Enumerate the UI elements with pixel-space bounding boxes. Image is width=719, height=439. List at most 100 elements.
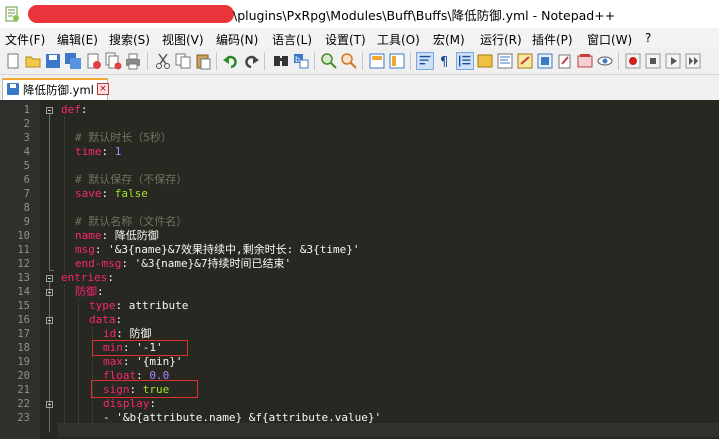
code-line: 防御: (75, 285, 104, 298)
menu-settings[interactable]: 设置(T) (325, 31, 366, 48)
close-file-icon[interactable] (84, 52, 102, 70)
menu-window[interactable]: 窗口(W) (587, 31, 632, 48)
saved-file-icon (7, 83, 19, 95)
yaml-key: id (103, 327, 117, 340)
yaml-key: type (89, 299, 116, 312)
yaml-key: max (103, 355, 123, 368)
yaml-value: 1 (114, 145, 122, 158)
fold-toggle-icon[interactable] (46, 317, 53, 324)
document-map-icon[interactable] (496, 52, 514, 70)
eye-icon[interactable] (596, 52, 614, 70)
menu-plugins[interactable]: 插件(P) (532, 31, 573, 48)
code-line: save: false (75, 187, 148, 200)
close-all-icon[interactable] (104, 52, 122, 70)
zoom-out-icon[interactable] (340, 52, 358, 70)
redo-icon[interactable] (242, 52, 260, 70)
yaml-dash: - (103, 411, 117, 424)
fold-toggle-icon[interactable] (46, 401, 53, 408)
svg-text:¶: ¶ (440, 55, 448, 70)
line-number: 9 (23, 216, 30, 228)
line-number: 12 (17, 258, 30, 270)
yaml-value: 防御 (129, 327, 152, 340)
line-number: 10 (17, 230, 30, 242)
project-panel-icon[interactable] (576, 52, 594, 70)
yaml-value: false (114, 187, 148, 200)
code-line: # 默认名称（文件名） (75, 215, 187, 229)
menu-bar: 文件(F) 编辑(E) 搜索(S) 视图(V) 编码(N) 语言(L) 设置(T… (0, 28, 719, 48)
line-number: 16 (17, 314, 30, 326)
menu-edit[interactable]: 编辑(E) (57, 31, 98, 48)
new-file-icon[interactable] (4, 52, 22, 70)
function-list-icon[interactable] (516, 52, 534, 70)
code-line: end-msg: '&3{name}&7持续时间已结束' (75, 257, 292, 270)
code-editor[interactable]: 1 2 3 4 5 6 7 8 9 10 11 12 13 14 15 16 1… (0, 100, 719, 439)
line-number: 11 (17, 244, 30, 256)
yaml-value: '&b{attribute.name} &f{attribute.value}' (116, 411, 382, 424)
yaml-value: '&3{name}&7持续时间已结束' (134, 257, 292, 270)
tab-bar: 降低防御.yml × (0, 75, 719, 100)
stop-macro-icon[interactable] (644, 52, 662, 70)
code-line: def: (61, 103, 88, 116)
yaml-key: display (103, 397, 150, 410)
line-number: 15 (17, 300, 30, 312)
menu-run[interactable]: 运行(R) (480, 31, 522, 48)
tab-file[interactable]: 降低防御.yml × (2, 78, 109, 100)
yaml-value: attribute (128, 299, 189, 312)
show-all-chars-icon[interactable]: ¶ (436, 52, 454, 70)
menu-view[interactable]: 视图(V) (162, 31, 204, 48)
yaml-key: time (75, 145, 102, 158)
word-wrap-icon[interactable] (416, 52, 434, 70)
save-all-icon[interactable] (64, 52, 82, 70)
fold-toggle-icon[interactable] (46, 289, 53, 296)
undo-icon[interactable] (222, 52, 240, 70)
folder-as-workspace-icon[interactable] (536, 52, 554, 70)
yaml-value: '{min}' (136, 355, 183, 368)
line-number: 7 (23, 188, 30, 200)
fold-line (49, 114, 50, 271)
menu-language[interactable]: 语言(L) (272, 31, 312, 48)
open-file-icon[interactable] (24, 52, 42, 70)
line-number: 2 (23, 118, 30, 130)
yaml-key: 防御 (75, 285, 97, 298)
menu-file[interactable]: 文件(F) (5, 31, 45, 48)
line-number: 21 (17, 384, 30, 396)
save-icon[interactable] (44, 52, 62, 70)
sync-horizontal-icon[interactable] (388, 52, 406, 70)
tab-close-icon[interactable]: × (97, 83, 109, 95)
yaml-key: end-msg (75, 257, 122, 270)
indent-guide-icon[interactable] (456, 52, 474, 70)
code-line: # 默认时长（5秒） (75, 131, 172, 145)
code-line: max: '{min}' (103, 355, 183, 368)
fold-toggle-icon[interactable] (46, 275, 53, 282)
sync-vertical-icon[interactable] (368, 52, 386, 70)
paste-icon[interactable] (194, 52, 212, 70)
indent-guide (64, 117, 65, 271)
copy-icon[interactable] (174, 52, 192, 70)
cut-icon[interactable] (154, 52, 172, 70)
menu-macro[interactable]: 宏(M) (433, 31, 465, 48)
line-number: 22 (17, 398, 30, 410)
find-icon[interactable] (272, 52, 290, 70)
code-line: id: 防御 (103, 327, 152, 340)
line-number: 3 (23, 132, 30, 144)
menu-search[interactable]: 搜索(S) (109, 31, 150, 48)
record-macro-icon[interactable] (624, 52, 642, 70)
replace-icon[interactable]: b (292, 52, 310, 70)
line-number: 5 (23, 160, 30, 172)
menu-tools[interactable]: 工具(O) (377, 31, 420, 48)
monitoring-icon[interactable] (556, 52, 574, 70)
code-line: display: (103, 397, 156, 410)
yaml-value: 降低防御 (114, 229, 159, 242)
zoom-in-icon[interactable] (320, 52, 338, 70)
tab-label: 降低防御.yml (23, 83, 94, 97)
fold-toggle-icon[interactable] (46, 107, 53, 114)
line-number: 18 (17, 342, 30, 354)
run-macro-multiple-icon[interactable] (684, 52, 702, 70)
line-number-gutter: 1 2 3 4 5 6 7 8 9 10 11 12 13 14 15 16 1… (0, 100, 40, 439)
menu-help[interactable]: ? (645, 31, 651, 45)
menu-encoding[interactable]: 编码(N) (216, 31, 258, 48)
play-macro-icon[interactable] (664, 52, 682, 70)
yaml-value: '&3{name}&7效果持续中,剩余时长: &3{time}' (108, 243, 360, 256)
user-defined-language-icon[interactable] (476, 52, 494, 70)
print-icon[interactable] (124, 52, 142, 70)
